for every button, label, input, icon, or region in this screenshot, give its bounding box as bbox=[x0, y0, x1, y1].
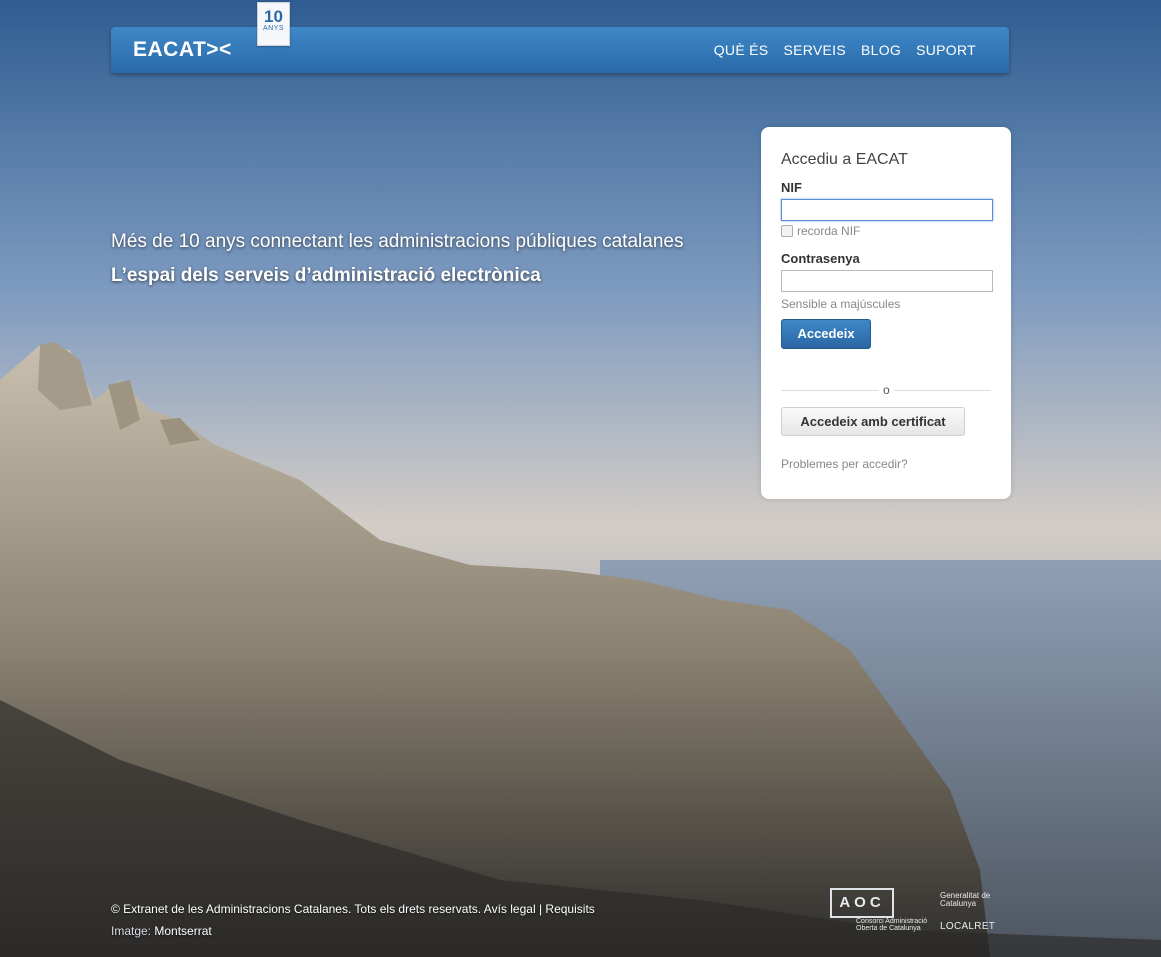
hero-text: Més de 10 anys connectant les administra… bbox=[111, 229, 683, 289]
localret-logo[interactable]: LOCALRET bbox=[940, 921, 995, 932]
divider-or-label: o bbox=[879, 383, 894, 397]
aoc-logo[interactable]: AOC bbox=[830, 888, 894, 918]
requirements-link[interactable]: Requisits bbox=[545, 902, 594, 916]
remember-nif-label: recorda NIF bbox=[797, 224, 861, 238]
legal-link[interactable]: Avís legal bbox=[484, 902, 536, 916]
image-credit-label: Imatge: bbox=[111, 924, 152, 938]
footer-separator: | bbox=[538, 902, 543, 916]
top-navbar: EACAT>< 10 ANYS QUÈ ÉS SERVEIS BLOG SUPO… bbox=[111, 2, 1009, 73]
login-title: Accediu a EACAT bbox=[781, 151, 908, 168]
nav-suport[interactable]: SUPORT bbox=[916, 42, 976, 58]
generalitat-logo[interactable]: Generalitat de Catalunya bbox=[940, 892, 1010, 908]
login-help-link[interactable]: Problemes per accedir? bbox=[781, 457, 908, 471]
footer-row-1: © Extranet de les Administracions Catala… bbox=[111, 902, 595, 916]
nif-input[interactable] bbox=[781, 199, 993, 221]
certificate-login-button[interactable]: Accedeix amb certificat bbox=[781, 407, 965, 436]
image-credit-name: Montserrat bbox=[154, 924, 212, 938]
nav-que-es[interactable]: QUÈ ÉS bbox=[714, 42, 769, 58]
remember-nif[interactable]: recorda NIF bbox=[781, 224, 860, 238]
aoc-subtitle: Consorci Administració Oberta de Catalun… bbox=[856, 918, 928, 932]
footer-row-2: Imatge: Montserrat bbox=[111, 924, 595, 938]
hero-line-1: Més de 10 anys connectant les administra… bbox=[111, 231, 684, 252]
login-button[interactable]: Accedeix bbox=[781, 319, 871, 349]
login-panel: Accediu a EACAT NIF recorda NIF Contrase… bbox=[761, 127, 1011, 499]
footer: © Extranet de les Administracions Catala… bbox=[111, 902, 595, 938]
remember-nif-checkbox[interactable] bbox=[781, 225, 793, 237]
eacat-logo[interactable]: EACAT>< bbox=[133, 38, 232, 62]
badge-number: 10 bbox=[264, 7, 283, 26]
nif-label: NIF bbox=[781, 180, 802, 195]
ten-years-badge: 10 ANYS bbox=[257, 2, 290, 46]
nav-serveis[interactable]: SERVEIS bbox=[783, 42, 846, 58]
main-nav: QUÈ ÉS SERVEIS BLOG SUPORT bbox=[714, 42, 976, 58]
nav-blog[interactable]: BLOG bbox=[861, 42, 901, 58]
copyright-text: © Extranet de les Administracions Catala… bbox=[111, 902, 482, 916]
badge-label: ANYS bbox=[262, 25, 285, 32]
password-hint: Sensible a majúscules bbox=[781, 297, 901, 311]
password-input[interactable] bbox=[781, 270, 993, 292]
password-label: Contrasenya bbox=[781, 251, 860, 266]
hero-line-2: L’espai dels serveis d’administració ele… bbox=[111, 265, 541, 286]
